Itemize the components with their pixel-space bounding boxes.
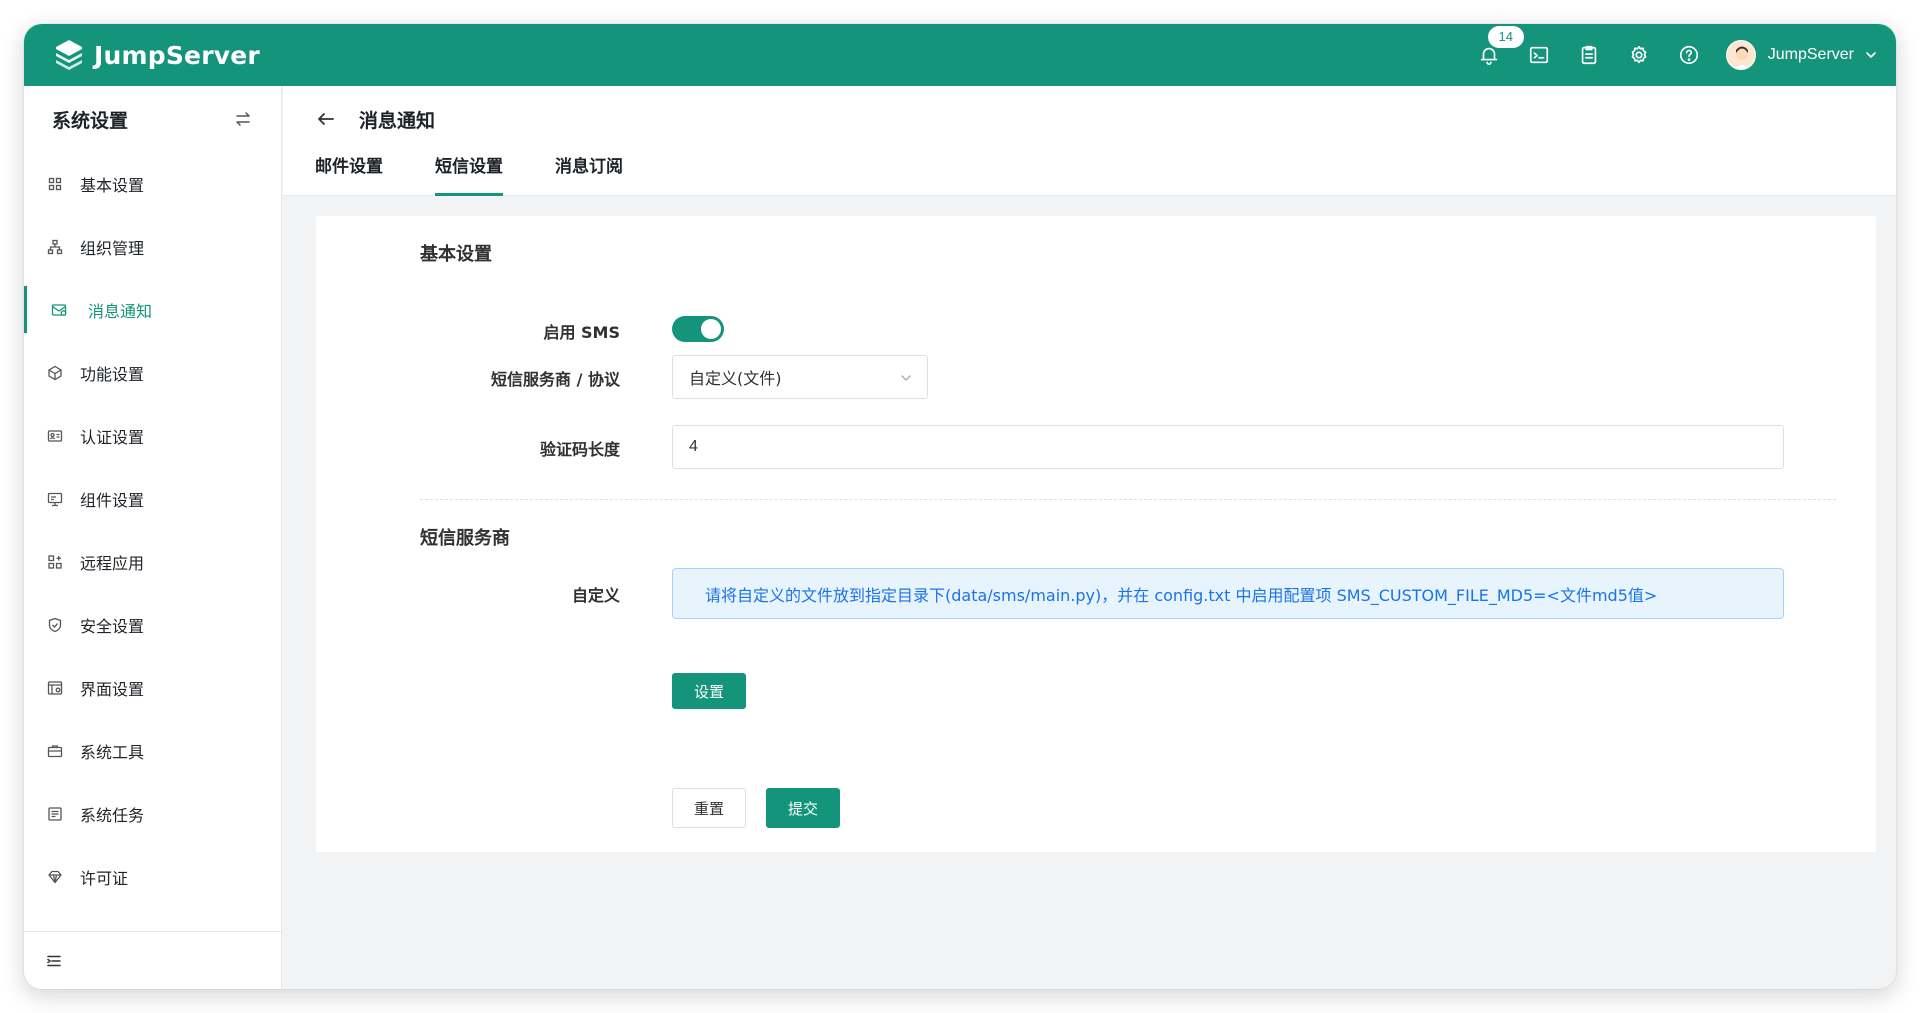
sidebar-item-label: 远程应用: [80, 553, 145, 573]
grid-icon: [46, 175, 64, 193]
basic-section-title: 基本设置: [420, 244, 492, 265]
provider-select[interactable]: 自定义(文件): [672, 355, 928, 399]
sidebar-item-notifications[interactable]: 消息通知: [24, 278, 281, 341]
sidebar-item-license[interactable]: 许可证: [24, 845, 281, 908]
enable-sms-label: 启用 SMS: [543, 323, 620, 342]
back-arrow-icon[interactable]: [315, 108, 337, 130]
toggle-knob: [701, 319, 721, 339]
brand-name: JumpServer: [94, 40, 260, 70]
sidebar-item-components[interactable]: 组件设置: [24, 467, 281, 530]
message-icon: [50, 301, 68, 319]
sidebar-item-tasks[interactable]: 系统任务: [24, 782, 281, 845]
custom-provider-info: 请将自定义的文件放到指定目录下(data/sms/main.py)，并在 con…: [672, 568, 1784, 619]
brand-logo[interactable]: JumpServer: [52, 38, 260, 72]
sidebar-item-label: 许可证: [80, 868, 129, 888]
tab-sms-settings[interactable]: 短信设置: [435, 152, 503, 196]
provider-label: 短信服务商 / 协议: [491, 370, 620, 389]
gear-icon: [1631, 45, 1647, 64]
task-list-icon: [46, 805, 64, 823]
user-avatar-icon: [1733, 46, 1750, 69]
sidebar-item-remote-apps[interactable]: 远程应用: [24, 530, 281, 593]
sidebar-title: 系统设置: [52, 109, 129, 132]
app-window: JumpServer 14 JumpServer 系统设置 基本设置 组织管理 …: [24, 24, 1896, 989]
collapse-menu-icon[interactable]: [46, 953, 62, 969]
help-button[interactable]: [1664, 24, 1714, 86]
sidebar-item-org[interactable]: 组织管理: [24, 215, 281, 278]
toolbox-icon: [46, 742, 64, 760]
sidebar-item-tools[interactable]: 系统工具: [24, 719, 281, 782]
tab-email-settings[interactable]: 邮件设置: [315, 152, 383, 196]
interface-icon: [46, 679, 64, 697]
sidebar-item-label: 组件设置: [80, 490, 145, 510]
monitor-icon: [46, 490, 64, 508]
sidebar-item-label: 消息通知: [88, 301, 153, 321]
page-header: 消息通知 邮件设置 短信设置 消息订阅: [283, 86, 1896, 196]
sidebar-item-basic[interactable]: 基本设置: [24, 152, 281, 215]
jumpserver-logo-icon: [56, 40, 82, 70]
user-name: JumpServer: [1767, 46, 1854, 63]
sidebar-item-label: 系统工具: [80, 742, 145, 762]
header-actions: 14 JumpServer: [1464, 24, 1878, 86]
avatar: [1725, 40, 1756, 70]
user-menu[interactable]: JumpServer: [1725, 24, 1878, 86]
sidebar-item-features[interactable]: 功能设置: [24, 341, 281, 404]
page-title: 消息通知: [359, 109, 436, 132]
title-row: 消息通知: [315, 104, 435, 134]
sms-settings-form: 基本设置 启用 SMS 短信服务商 / 协议 自定义(文件) 验证码长度 4 短…: [316, 216, 1876, 852]
chevron-down-icon: [1866, 52, 1876, 58]
sidebar-header: 系统设置: [24, 86, 281, 152]
sidebar-item-label: 基本设置: [80, 175, 145, 195]
provider-section-title: 短信服务商: [420, 528, 510, 549]
sidebar-item-label: 系统任务: [80, 805, 145, 825]
sidebar-item-label: 组织管理: [80, 238, 145, 258]
submit-button[interactable]: 提交: [766, 788, 840, 828]
sidebar-footer: [24, 931, 281, 989]
shield-icon: [46, 616, 64, 634]
sidebar-item-label: 功能设置: [80, 364, 145, 384]
cube-icon: [46, 364, 64, 382]
notifications-button[interactable]: 14: [1464, 24, 1524, 86]
web-terminal-button[interactable]: [1514, 24, 1564, 86]
section-divider: [420, 499, 1836, 500]
sidebar-item-interface[interactable]: 界面设置: [24, 656, 281, 719]
reset-button[interactable]: 重置: [672, 788, 746, 828]
apps-icon: [46, 553, 64, 571]
enable-sms-toggle[interactable]: [672, 316, 724, 342]
tab-message-subscription[interactable]: 消息订阅: [555, 152, 623, 196]
clipboard-icon: [1581, 45, 1596, 65]
sidebar-item-auth[interactable]: 认证设置: [24, 404, 281, 467]
license-icon: [46, 868, 64, 886]
provider-selected-value: 自定义(文件): [689, 369, 782, 388]
tickets-button[interactable]: [1564, 24, 1614, 86]
sidebar-item-label: 界面设置: [80, 679, 145, 699]
custom-label: 自定义: [571, 586, 620, 605]
org-tree-icon: [46, 238, 64, 256]
sidebar-item-label: 安全设置: [80, 616, 145, 636]
code-length-input[interactable]: 4: [672, 425, 1784, 469]
settings-button[interactable]: [1614, 24, 1664, 86]
sidebar: 系统设置 基本设置 组织管理 消息通知 功能设置 认证设置 组件设置 远程应用 …: [24, 86, 282, 989]
setup-button[interactable]: 设置: [672, 673, 746, 709]
help-icon: [1679, 45, 1698, 65]
sidebar-item-security[interactable]: 安全设置: [24, 593, 281, 656]
sidebar-item-label: 认证设置: [80, 427, 145, 447]
chevron-down-icon: [901, 375, 911, 381]
tab-bar: 邮件设置 短信设置 消息订阅: [315, 152, 675, 196]
terminal-icon: [1529, 46, 1548, 64]
swap-icon[interactable]: [233, 109, 253, 129]
code-length-label: 验证码长度: [539, 440, 620, 459]
id-card-icon: [46, 427, 64, 445]
top-bar: JumpServer 14 JumpServer: [24, 24, 1896, 86]
